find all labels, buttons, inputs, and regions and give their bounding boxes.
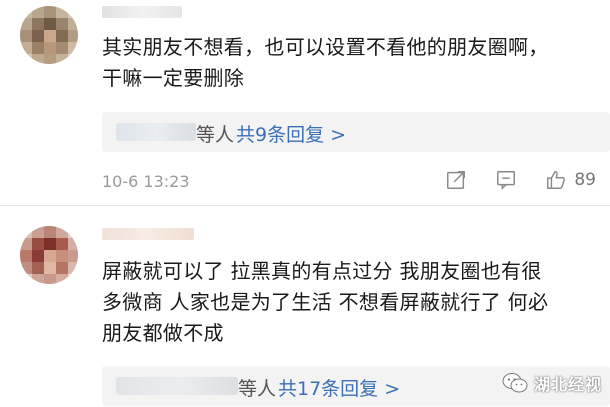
comment-text-line: 屏蔽就可以了 拉黑真的有点过分 我朋友圈也有很 [102, 259, 542, 283]
comment-text: 屏蔽就可以了 拉黑真的有点过分 我朋友圈也有很 多微商 人家也是为了生活 不想看… [102, 256, 602, 349]
watermark: 湖北经视 [502, 371, 602, 395]
comment-item: 屏蔽就可以了 拉黑真的有点过分 我朋友圈也有很 多微商 人家也是为了生活 不想看… [0, 0, 610, 406]
reply-users-blurred [116, 377, 238, 395]
reply-suffix: 等人 [238, 378, 277, 400]
divider [0, 205, 610, 206]
comment-text-line: 多微商 人家也是为了生活 不想看屏蔽就行了 何必 [102, 290, 549, 314]
username-blurred[interactable] [102, 228, 194, 240]
watermark-text: 湖北经视 [533, 375, 602, 394]
view-replies-link[interactable]: 共17条回复 > [278, 374, 400, 401]
wechat-icon [502, 373, 528, 393]
comment-text-line: 朋友都做不成 [102, 321, 224, 345]
avatar[interactable] [20, 226, 78, 284]
